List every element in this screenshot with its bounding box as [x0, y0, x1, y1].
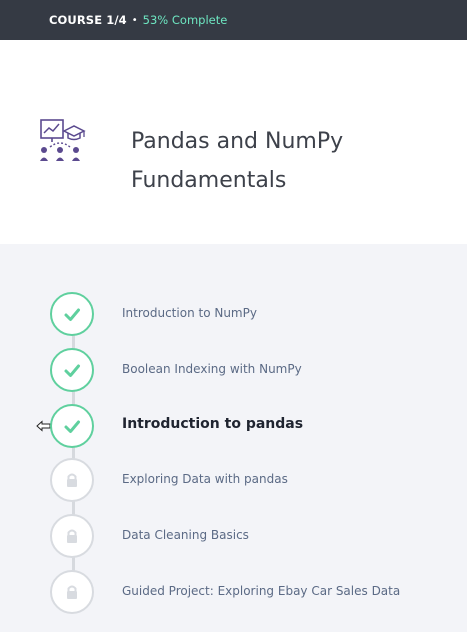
course-title: Pandas and NumPy Fundamentals	[131, 129, 344, 193]
check-icon	[64, 364, 80, 377]
lesson-status-complete	[50, 348, 94, 392]
check-icon	[64, 420, 80, 433]
course-counter: COURSE 1/4	[49, 13, 127, 27]
lesson-status-complete	[50, 404, 94, 448]
lesson-title: Data Cleaning Basics	[122, 528, 249, 542]
check-icon	[64, 308, 80, 321]
course-header: Pandas and NumPy Fundamentals	[0, 40, 467, 244]
lesson-status-complete	[50, 292, 94, 336]
lesson-status-locked	[50, 458, 94, 502]
lesson-item-current[interactable]: Introduction to pandas	[0, 404, 467, 452]
lock-icon	[67, 473, 77, 487]
lesson-status-locked	[50, 570, 94, 614]
lesson-title: Guided Project: Exploring Ebay Car Sales…	[122, 584, 401, 598]
lesson-title: Exploring Data with pandas	[122, 472, 288, 486]
lesson-item[interactable]: Exploring Data with pandas	[0, 458, 467, 506]
lesson-title: Introduction to pandas	[122, 416, 304, 432]
course-status-bar: COURSE 1/4 • 53% Complete	[0, 0, 467, 40]
lesson-item[interactable]: Introduction to NumPy	[0, 292, 467, 340]
course-progress-page: COURSE 1/4 • 53% Complete Pandas and Num…	[0, 0, 467, 632]
lesson-title: Boolean Indexing with NumPy	[122, 362, 302, 376]
lesson-item[interactable]: Guided Project: Exploring Ebay Car Sales…	[0, 570, 467, 618]
lesson-title: Introduction to NumPy	[122, 306, 257, 320]
progress-percent: 53% Complete	[142, 13, 228, 27]
lock-icon	[67, 585, 77, 599]
lesson-item[interactable]: Boolean Indexing with NumPy	[0, 348, 467, 396]
data-science-course-icon	[40, 119, 86, 161]
lock-icon	[67, 529, 77, 543]
separator-dot: •	[131, 14, 138, 26]
lesson-list: Introduction to NumPy Boolean Indexing w…	[0, 244, 467, 632]
lesson-status-locked	[50, 514, 94, 558]
lesson-item[interactable]: Data Cleaning Basics	[0, 514, 467, 562]
